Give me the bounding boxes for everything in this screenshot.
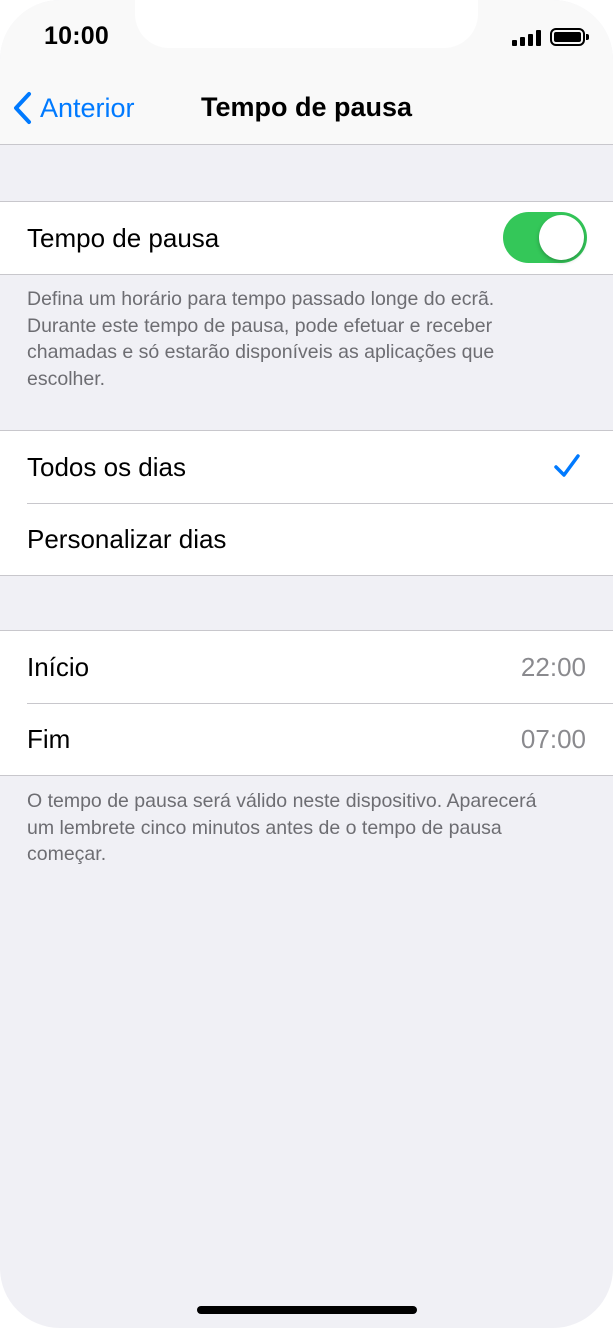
schedule-end-value: 07:00 <box>520 723 586 754</box>
schedule-start-value: 22:00 <box>520 651 586 682</box>
cellular-signal-icon <box>512 30 542 46</box>
top-bar: 10:00 Anterior Tempo de pausa <box>0 0 613 145</box>
page-title: Tempo de pausa <box>200 92 413 122</box>
days-option-label: Personalizar dias <box>27 523 227 554</box>
toggle-knob <box>539 215 584 260</box>
schedule-end-row[interactable]: Fim 07:00 <box>0 703 613 775</box>
schedule-start-row[interactable]: Início 22:00 <box>0 631 613 703</box>
schedule-footer: O tempo de pausa será válido neste dispo… <box>27 790 537 865</box>
schedule-start-label: Início <box>27 651 90 682</box>
days-group: Todos os dias Personalizar dias <box>0 430 613 576</box>
days-option-label: Todos os dias <box>27 451 186 482</box>
battery-icon <box>550 28 589 46</box>
home-indicator[interactable] <box>197 1306 417 1314</box>
status-time: 10:00 <box>44 22 109 50</box>
days-option-every-day[interactable]: Todos os dias <box>0 431 613 503</box>
schedule-end-label: Fim <box>27 723 71 754</box>
days-option-customize[interactable]: Personalizar dias <box>0 503 613 575</box>
downtime-toggle-row: Tempo de pausa <box>0 202 613 274</box>
downtime-toggle-switch[interactable] <box>503 212 587 263</box>
phone-screen: 10:00 Anterior Tempo de pausa Tempo de p… <box>0 0 613 1328</box>
notch <box>135 0 478 48</box>
downtime-toggle-label: Tempo de pausa <box>27 222 220 253</box>
checkmark-icon <box>554 454 580 477</box>
downtime-description: Defina um horário para tempo passado lon… <box>27 288 495 390</box>
downtime-toggle-group: Tempo de pausa <box>0 201 613 275</box>
schedule-group: Início 22:00 Fim 07:00 <box>0 630 613 776</box>
